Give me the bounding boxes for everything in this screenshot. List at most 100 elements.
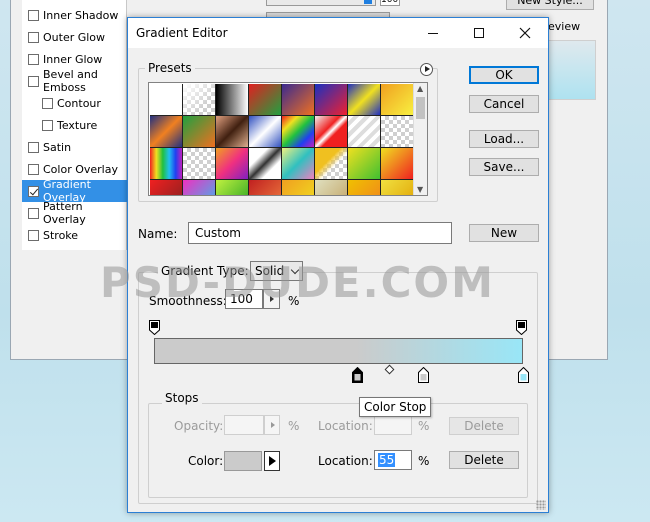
preset-swatch[interactable]: [216, 84, 248, 115]
preset-swatch[interactable]: [216, 180, 248, 195]
preset-swatch[interactable]: [249, 116, 281, 147]
color-delete-button[interactable]: Delete: [449, 451, 519, 469]
preset-swatch[interactable]: [183, 180, 215, 195]
load-button[interactable]: Load...: [469, 130, 539, 148]
layer-style-item[interactable]: Pattern Overlay: [22, 200, 127, 226]
layer-style-item[interactable]: Contour: [22, 92, 127, 114]
layer-style-checkbox[interactable]: [28, 31, 39, 43]
layer-style-item[interactable]: Gradient Overlay: [22, 178, 127, 204]
preset-swatch[interactable]: [282, 148, 314, 179]
layer-style-item[interactable]: Color Overlay: [22, 158, 127, 180]
preview-label: eview: [548, 20, 581, 33]
color-stop-marker[interactable]: [351, 367, 363, 383]
layer-style-checkbox[interactable]: [42, 119, 53, 131]
layer-style-item[interactable]: Satin: [22, 136, 127, 158]
name-label: Name:: [138, 227, 178, 241]
preset-swatch[interactable]: [315, 148, 347, 179]
scroll-thumb[interactable]: [416, 97, 425, 119]
preset-swatch[interactable]: [150, 148, 182, 179]
layer-style-checkbox[interactable]: [42, 97, 53, 109]
layer-style-item[interactable]: Inner Glow: [22, 48, 127, 70]
preset-swatch[interactable]: [150, 84, 182, 115]
preset-swatch[interactable]: [249, 148, 281, 179]
layer-style-checkbox[interactable]: [28, 141, 39, 153]
ok-button[interactable]: OK: [469, 66, 539, 84]
layer-style-label: Outer Glow: [43, 30, 106, 44]
stop-opacity-percent: %: [288, 419, 300, 433]
opacity-field[interactable]: 100: [380, 0, 400, 6]
preset-swatch[interactable]: [315, 116, 347, 147]
presets-scrollbar[interactable]: ▲ ▼: [413, 83, 427, 195]
preset-swatch[interactable]: [381, 180, 413, 195]
layer-style-checkbox[interactable]: [28, 75, 39, 87]
gradient-bar[interactable]: [154, 338, 523, 364]
maximize-icon: [474, 28, 484, 38]
preset-swatch[interactable]: [249, 84, 281, 115]
opacity-location-percent: %: [418, 419, 430, 433]
stop-color-swatch[interactable]: [224, 451, 262, 471]
layer-style-label: Inner Glow: [43, 52, 103, 66]
layer-style-item[interactable]: Bevel and Emboss: [22, 68, 127, 94]
layer-style-item[interactable]: Texture: [22, 114, 127, 136]
layer-style-checkbox[interactable]: [28, 185, 39, 197]
preset-swatch[interactable]: [348, 148, 380, 179]
preset-swatch[interactable]: [381, 116, 413, 147]
preset-swatch[interactable]: [150, 116, 182, 147]
name-input[interactable]: Custom: [188, 222, 452, 244]
preset-swatch[interactable]: [183, 116, 215, 147]
layer-style-checkbox[interactable]: [28, 229, 39, 241]
resize-grip[interactable]: [536, 500, 546, 510]
layer-styles-list: Inner Shadow Outer Glow Inner Glow Bevel an…: [22, 0, 127, 250]
preset-swatch[interactable]: [216, 148, 248, 179]
preset-swatch[interactable]: [150, 180, 182, 195]
opacity-slider[interactable]: [266, 0, 376, 6]
layer-style-item[interactable]: Stroke: [22, 224, 127, 246]
preset-swatch[interactable]: [348, 116, 380, 147]
layer-style-label: Inner Shadow: [43, 8, 119, 22]
new-button[interactable]: New: [469, 224, 539, 242]
color-location-input[interactable]: 55: [374, 450, 412, 470]
layer-style-checkbox[interactable]: [28, 163, 39, 175]
title-bar: Gradient Editor: [128, 18, 548, 48]
close-button[interactable]: [502, 18, 548, 48]
new-style-button[interactable]: New Style...: [506, 0, 594, 10]
layer-style-label: Pattern Overlay: [43, 200, 86, 226]
preset-swatch[interactable]: [183, 84, 215, 115]
preset-swatch[interactable]: [183, 148, 215, 179]
preset-swatch[interactable]: [216, 116, 248, 147]
layer-style-item[interactable]: Inner Shadow: [22, 4, 127, 26]
scroll-up-icon[interactable]: ▲: [417, 84, 423, 93]
preset-swatch[interactable]: [315, 84, 347, 115]
dialog-title: Gradient Editor: [136, 26, 228, 40]
color-location-value: 55: [378, 453, 396, 467]
minimize-button[interactable]: [410, 18, 456, 48]
preset-swatch[interactable]: [381, 148, 413, 179]
opacity-slider-knob[interactable]: [364, 0, 372, 4]
layer-style-checkbox[interactable]: [28, 53, 39, 65]
minimize-icon: [428, 32, 438, 34]
maximize-button[interactable]: [456, 18, 502, 48]
preset-swatch[interactable]: [315, 180, 347, 195]
presets-label: Presets: [145, 61, 195, 75]
preset-swatch[interactable]: [282, 180, 314, 195]
layer-style-checkbox[interactable]: [28, 9, 39, 21]
layer-style-checkbox[interactable]: [28, 207, 39, 219]
opacity-stop-right[interactable]: [516, 320, 527, 335]
opacity-stop-left[interactable]: [149, 320, 160, 335]
save-button[interactable]: Save...: [469, 158, 539, 176]
cancel-button[interactable]: Cancel: [469, 95, 539, 113]
scroll-down-icon[interactable]: ▼: [417, 185, 423, 194]
layer-style-label: Stroke: [43, 228, 79, 242]
preset-swatch[interactable]: [249, 180, 281, 195]
preset-swatch[interactable]: [282, 84, 314, 115]
color-menu-arrow-icon[interactable]: [264, 451, 280, 471]
preset-swatch[interactable]: [348, 84, 380, 115]
opacity-delete-button: Delete: [449, 417, 519, 435]
preset-swatch[interactable]: [282, 116, 314, 147]
presets-menu-icon[interactable]: [420, 63, 433, 76]
preset-swatch[interactable]: [348, 180, 380, 195]
color-stop-marker[interactable]: [418, 367, 430, 383]
preset-swatch[interactable]: [381, 84, 413, 115]
layer-style-item[interactable]: Outer Glow: [22, 26, 127, 48]
color-stop-marker[interactable]: [518, 367, 529, 383]
